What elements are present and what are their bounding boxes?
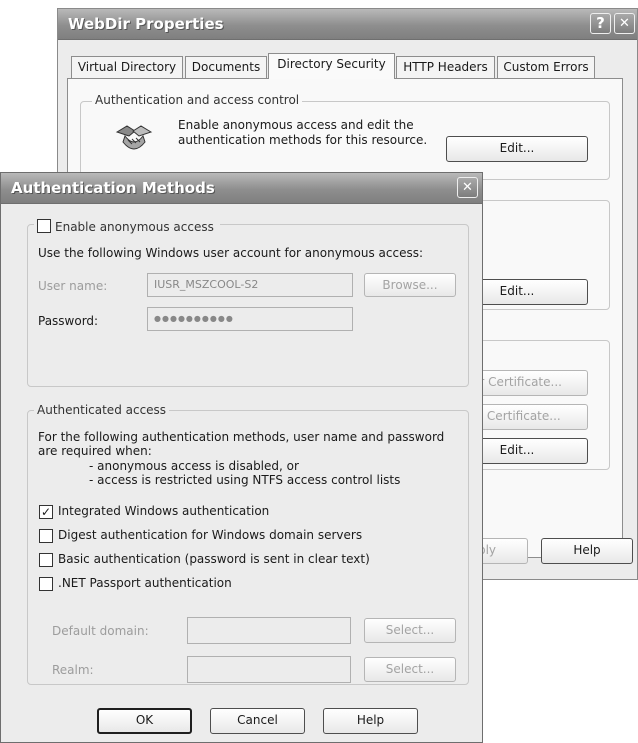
- password-label: Password:: [38, 314, 99, 328]
- cancel-button[interactable]: Cancel: [210, 708, 305, 734]
- authenticated-bullet-2: - access is restricted using NTFS access…: [89, 473, 401, 487]
- realm-select-label: Select...: [385, 662, 435, 676]
- webdir-help-label: Help: [573, 543, 601, 557]
- password-field[interactable]: ●●●●●●●●●●: [147, 307, 353, 331]
- default-domain-select-label: Select...: [385, 623, 435, 637]
- close-icon[interactable]: ✕: [457, 177, 478, 198]
- net-passport-checkbox[interactable]: [39, 577, 53, 591]
- integrated-windows-checkbox[interactable]: ✓: [39, 505, 53, 519]
- username-label: User name:: [38, 279, 108, 293]
- ip-edit-label: Edit...: [499, 284, 535, 298]
- net-passport-label[interactable]: .NET Passport authentication: [58, 576, 232, 590]
- secure-edit-label: Edit...: [499, 443, 535, 457]
- realm-field[interactable]: [187, 656, 351, 683]
- integrated-windows-label[interactable]: Integrated Windows authentication: [58, 504, 269, 518]
- server-certificate-label: er Certificate...: [472, 375, 562, 389]
- default-domain-label: Default domain:: [52, 624, 149, 638]
- basic-auth-label[interactable]: Basic authentication (password is sent i…: [58, 552, 370, 566]
- authenticated-description: For the following authentication methods…: [38, 430, 445, 458]
- authenticated-access-legend: Authenticated access: [34, 403, 170, 417]
- auth-description: Enable anonymous access and edit the aut…: [178, 118, 428, 147]
- anonymous-checkbox-label: Enable anonymous access: [55, 220, 214, 234]
- basic-auth-checkbox[interactable]: [39, 553, 53, 567]
- ok-label: OK: [135, 713, 154, 727]
- help-icon[interactable]: ?: [590, 13, 611, 34]
- tab-custom-errors[interactable]: Custom Errors: [497, 56, 595, 78]
- ok-button[interactable]: OK: [97, 708, 192, 734]
- auth-methods-titlebar: Authentication Methods ✕: [1, 173, 482, 204]
- default-domain-field[interactable]: [187, 617, 351, 644]
- cancel-label: Cancel: [237, 713, 278, 727]
- digest-auth-label[interactable]: Digest authentication for Windows domain…: [58, 528, 362, 542]
- auth-methods-title: Authentication Methods: [11, 179, 215, 197]
- auth-access-control-legend: Authentication and access control: [92, 93, 303, 107]
- authenticated-bullet-1: - anonymous access is disabled, or: [89, 459, 299, 473]
- username-field[interactable]: IUSR_MSZCOOL-S2: [147, 273, 353, 297]
- anonymous-description: Use the following Windows user account f…: [38, 246, 423, 260]
- webdir-title: WebDir Properties: [68, 15, 224, 33]
- anonymous-checkbox[interactable]: [37, 219, 51, 233]
- auth-edit-label: Edit...: [499, 141, 535, 155]
- browse-button[interactable]: Browse...: [364, 273, 456, 297]
- digest-auth-checkbox[interactable]: [39, 529, 53, 543]
- webdir-help-button[interactable]: Help: [541, 538, 633, 564]
- tab-documents[interactable]: Documents: [185, 56, 267, 78]
- anonymous-access-legend[interactable]: Enable anonymous access: [34, 217, 220, 234]
- auth-help-button[interactable]: Help: [323, 708, 418, 734]
- realm-label: Realm:: [52, 663, 94, 677]
- browse-label: Browse...: [382, 278, 438, 292]
- handshake-icon: [115, 122, 153, 156]
- tab-directory-security[interactable]: Directory Security: [268, 53, 395, 79]
- auth-edit-button[interactable]: Edit...: [446, 136, 588, 162]
- view-certificate-label: w Certificate...: [473, 409, 561, 423]
- auth-help-label: Help: [356, 713, 385, 727]
- tab-virtual-directory[interactable]: Virtual Directory: [71, 56, 183, 78]
- tab-http-headers[interactable]: HTTP Headers: [396, 56, 495, 78]
- close-icon[interactable]: ✕: [614, 13, 635, 34]
- authentication-methods-window: Authentication Methods ✕ Enable anonymou…: [0, 172, 483, 743]
- webdir-titlebar: WebDir Properties ? ✕: [58, 9, 637, 40]
- default-domain-select-button[interactable]: Select...: [364, 618, 456, 643]
- realm-select-button[interactable]: Select...: [364, 657, 456, 682]
